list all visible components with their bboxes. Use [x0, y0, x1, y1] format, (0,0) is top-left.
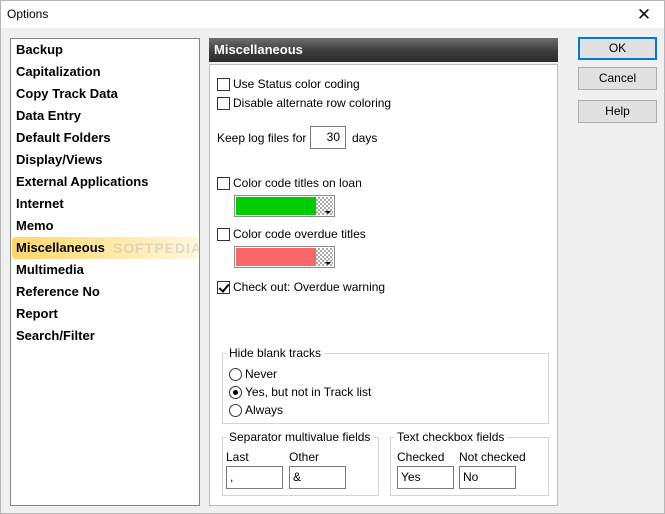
overdue-color-picker[interactable] — [234, 246, 335, 268]
color-titles-on-loan-label: Color code titles on loan — [233, 176, 362, 190]
separator-other-label: Other — [289, 450, 320, 464]
separator-last-input[interactable]: , — [226, 466, 283, 489]
disable-alt-row-checkbox[interactable] — [217, 97, 230, 110]
separator-group: Separator multivalue fields Last , Other… — [222, 430, 379, 496]
category-item-external-applications[interactable]: External Applications — [12, 171, 198, 193]
color-overdue-checkbox[interactable] — [217, 228, 230, 241]
close-icon[interactable]: ✕ — [624, 1, 664, 28]
category-item-display-views[interactable]: Display/Views — [12, 149, 198, 171]
category-item-capitalization[interactable]: Capitalization — [12, 61, 198, 83]
settings-panel: Use Status color coding Disable alternat… — [209, 64, 558, 506]
separator-last-label: Last — [226, 450, 249, 464]
color-overdue-label: Color code overdue titles — [233, 227, 366, 241]
hide-blank-tracks-group: Hide blank tracks Never Yes, but not in … — [222, 346, 549, 424]
keep-log-days-input[interactable]: 30 — [310, 126, 346, 149]
options-dialog: Options ✕ Backup Capitalization Copy Tra… — [0, 0, 665, 514]
category-item-memo[interactable]: Memo — [12, 215, 198, 237]
not-checked-label: Not checked — [459, 450, 526, 464]
color-titles-on-loan-checkbox[interactable] — [217, 177, 230, 190]
category-item-data-entry[interactable]: Data Entry — [12, 105, 198, 127]
separator-other-input[interactable]: & — [289, 466, 346, 489]
checkout-warning-label: Check out: Overdue warning — [233, 280, 386, 294]
loan-color-swatch — [236, 197, 316, 215]
category-item-internet[interactable]: Internet — [12, 193, 198, 215]
loan-color-picker[interactable] — [234, 195, 335, 217]
chevron-down-icon — [325, 211, 331, 214]
chevron-down-icon — [325, 262, 331, 265]
text-checkbox-group: Text checkbox fields Checked Yes Not che… — [390, 430, 549, 496]
softpedia-watermark: SOFTPEDIA — [113, 240, 203, 256]
color-palette-icon[interactable] — [316, 248, 333, 266]
panel-title: Miscellaneous — [209, 38, 558, 62]
overdue-color-swatch — [236, 248, 316, 266]
category-item-copy-track-data[interactable]: Copy Track Data — [12, 83, 198, 105]
hide-blank-always-label: Always — [245, 403, 284, 417]
category-list[interactable]: Backup Capitalization Copy Track Data Da… — [10, 38, 200, 506]
help-button[interactable]: Help — [578, 100, 657, 123]
color-palette-icon[interactable] — [316, 197, 333, 215]
hide-blank-always-radio[interactable] — [229, 404, 242, 417]
category-item-default-folders[interactable]: Default Folders — [12, 127, 198, 149]
category-item-backup[interactable]: Backup — [12, 39, 198, 61]
checkout-warning-checkbox[interactable] — [217, 281, 230, 294]
category-item-reference-no[interactable]: Reference No — [12, 281, 198, 303]
disable-alt-row-label: Disable alternate row coloring — [233, 96, 392, 110]
title-bar: Options ✕ — [1, 1, 664, 28]
separator-title: Separator multivalue fields — [226, 430, 374, 444]
use-status-color-label: Use Status color coding — [233, 77, 360, 91]
use-status-color-checkbox[interactable] — [217, 78, 230, 91]
keep-log-label: Keep log files for — [217, 131, 307, 145]
cancel-button[interactable]: Cancel — [578, 67, 657, 90]
text-checkbox-title: Text checkbox fields — [394, 430, 508, 444]
window-title: Options — [7, 7, 49, 21]
checked-value-input[interactable]: Yes — [397, 466, 454, 489]
hide-blank-never-label: Never — [245, 367, 278, 381]
hide-blank-never-radio[interactable] — [229, 368, 242, 381]
hide-blank-yes-label: Yes, but not in Track list — [245, 385, 372, 399]
hide-blank-tracks-title: Hide blank tracks — [226, 346, 325, 360]
ok-button[interactable]: OK — [578, 37, 657, 60]
category-item-multimedia[interactable]: Multimedia — [12, 259, 198, 281]
checked-label: Checked — [397, 450, 445, 464]
category-item-report[interactable]: Report — [12, 303, 198, 325]
hide-blank-yes-radio[interactable] — [229, 386, 242, 399]
category-item-search-filter[interactable]: Search/Filter — [12, 325, 198, 347]
keep-log-unit: days — [352, 131, 378, 145]
not-checked-value-input[interactable]: No — [459, 466, 516, 489]
